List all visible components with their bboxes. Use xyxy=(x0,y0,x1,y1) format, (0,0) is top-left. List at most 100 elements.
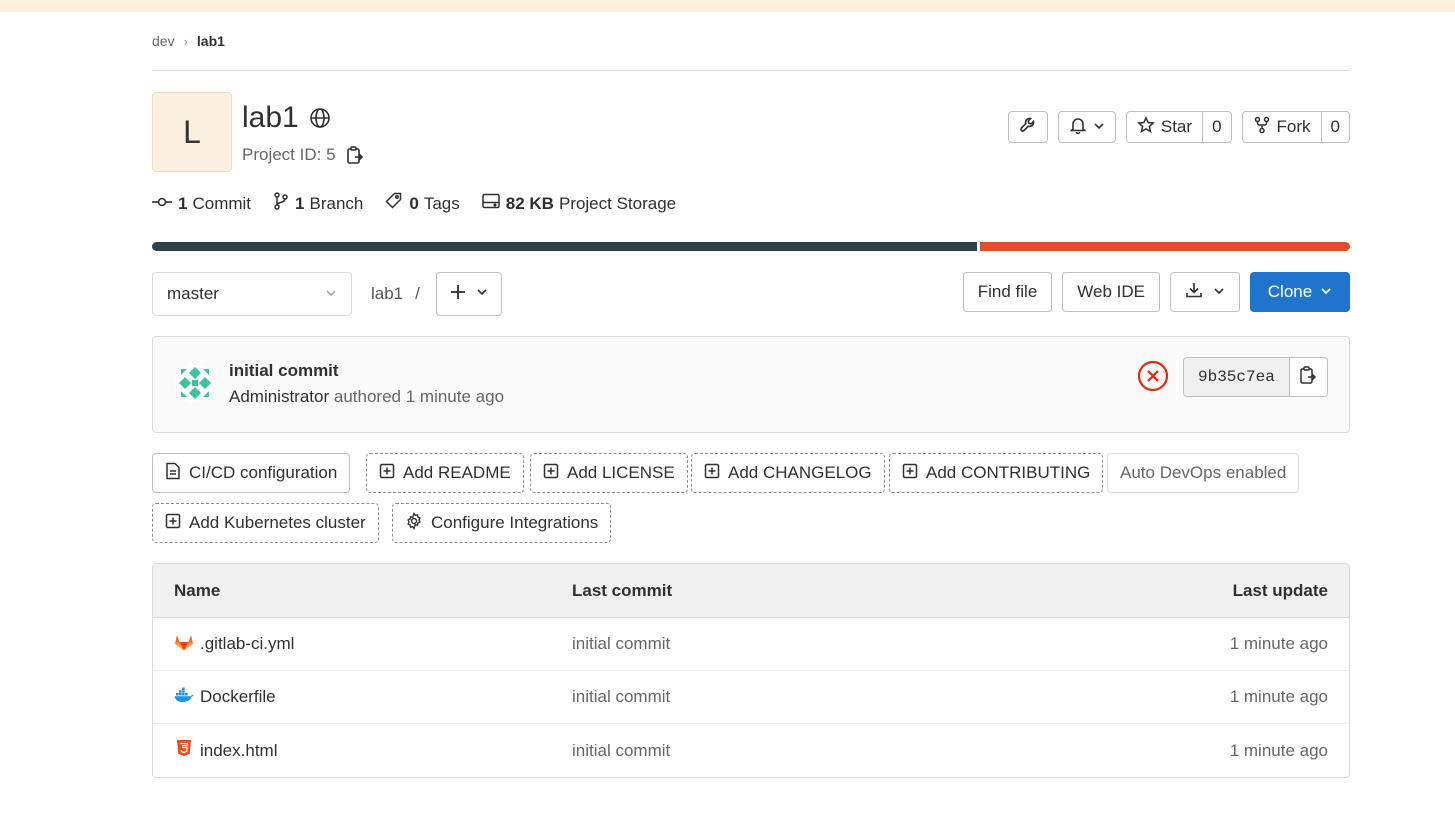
file-name[interactable]: Dockerfile xyxy=(200,687,276,707)
add-changelog-button[interactable]: Add CHANGELOG xyxy=(691,453,885,493)
download-button[interactable] xyxy=(1170,272,1240,312)
branches-label: Branch xyxy=(309,193,364,213)
configure-integrations-label: Configure Integrations xyxy=(431,513,599,532)
add-license-label: Add LICENSE xyxy=(567,463,675,482)
table-row[interactable]: Dockerfile initial commit 1 minute ago xyxy=(153,671,1349,724)
file-name[interactable]: index.html xyxy=(200,741,277,761)
fork-icon xyxy=(1253,116,1271,139)
docker-icon xyxy=(174,687,194,708)
project-avatar-letter: L xyxy=(183,113,201,150)
column-header-last-commit: Last commit xyxy=(572,580,673,600)
pipeline-failed-icon[interactable] xyxy=(1137,360,1169,397)
add-license-button[interactable]: Add LICENSE xyxy=(530,453,688,493)
file-last-update: 1 minute ago xyxy=(1229,687,1328,706)
wrench-icon xyxy=(1019,116,1037,139)
tag-icon xyxy=(385,192,409,215)
plus-square-icon xyxy=(704,463,720,484)
branch-selector[interactable]: master xyxy=(152,272,352,316)
add-contributing-button[interactable]: Add CONTRIBUTING xyxy=(889,453,1104,493)
gear-icon xyxy=(405,511,423,535)
column-header-last-update: Last update xyxy=(1232,580,1328,600)
commits-count: 1 xyxy=(178,193,188,213)
tags-stat[interactable]: 0 Tags xyxy=(385,192,460,215)
star-count[interactable]: 0 xyxy=(1202,112,1230,142)
chevron-right-icon: › xyxy=(183,33,188,49)
file-name-cell[interactable]: Dockerfile xyxy=(174,671,276,723)
breadcrumb-group-link[interactable]: dev xyxy=(152,33,175,49)
commits-stat[interactable]: 1 Commit xyxy=(152,192,251,215)
tags-label: Tags xyxy=(423,193,460,213)
fork-label: Fork xyxy=(1276,117,1311,136)
settings-button[interactable] xyxy=(1007,111,1048,143)
clone-label: Clone xyxy=(1267,282,1313,301)
last-commit-panel: initial commit Administrator authored 1 … xyxy=(152,336,1350,433)
configure-integrations-button[interactable]: Configure Integrations xyxy=(392,503,612,543)
add-kubernetes-cluster-button[interactable]: Add Kubernetes cluster xyxy=(152,503,379,543)
file-name-cell[interactable]: .gitlab-ci.yml xyxy=(174,618,294,670)
star-icon xyxy=(1136,115,1155,139)
top-alert-bar xyxy=(0,0,1455,12)
language-segment-dockerfile[interactable] xyxy=(152,242,977,251)
branches-count: 1 xyxy=(295,193,305,213)
find-file-button[interactable]: Find file xyxy=(962,272,1053,312)
add-contributing-label: Add CONTRIBUTING xyxy=(926,463,1091,482)
clone-button[interactable]: Clone xyxy=(1250,272,1350,312)
repo-path: lab1 / xyxy=(371,272,420,316)
cicd-configuration-label: CI/CD configuration xyxy=(189,463,338,482)
repo-path-root[interactable]: lab1 xyxy=(371,284,403,304)
add-to-tree-button[interactable] xyxy=(436,272,502,316)
add-kubernetes-cluster-label: Add Kubernetes cluster xyxy=(189,513,366,532)
file-icon xyxy=(165,462,181,485)
plus-square-icon xyxy=(379,463,395,484)
add-changelog-label: Add CHANGELOG xyxy=(728,463,872,482)
file-last-commit[interactable]: initial commit xyxy=(572,724,670,777)
storage-stat[interactable]: 82 KB Project Storage xyxy=(482,192,676,215)
project-name: lab1 xyxy=(242,101,299,134)
commit-author[interactable]: Administrator xyxy=(229,387,329,406)
web-ide-button[interactable]: Web IDE xyxy=(1062,272,1160,312)
language-segment-html[interactable] xyxy=(979,242,1350,251)
breadcrumb-project-link[interactable]: lab1 xyxy=(197,33,225,49)
project-id: Project ID: 5 xyxy=(242,145,364,165)
plus-icon xyxy=(450,284,466,305)
table-row[interactable]: .gitlab-ci.yml initial commit 1 minute a… xyxy=(153,618,1349,671)
file-last-commit[interactable]: initial commit xyxy=(572,618,670,670)
add-readme-button[interactable]: Add README xyxy=(366,453,524,493)
storage-size: 82 KB xyxy=(505,193,554,213)
table-row[interactable]: index.html initial commit 1 minute ago xyxy=(153,724,1349,777)
gitlab-icon xyxy=(174,632,194,657)
branches-stat[interactable]: 1 Branch xyxy=(273,192,363,215)
chevron-down-icon xyxy=(1213,282,1225,302)
chevron-down-icon xyxy=(1093,117,1105,137)
star-label: Star xyxy=(1160,117,1193,136)
commit-meta: Administrator authored 1 minute ago xyxy=(229,387,504,407)
copy-sha-button[interactable] xyxy=(1288,358,1327,396)
copy-icon[interactable] xyxy=(346,145,364,165)
html5-icon xyxy=(176,739,192,762)
breadcrumb: dev › lab1 xyxy=(152,12,1350,71)
author-avatar[interactable] xyxy=(175,363,215,403)
bell-icon xyxy=(1069,116,1087,139)
file-name-cell[interactable]: index.html xyxy=(174,724,277,777)
project-id-label: Project ID: 5 xyxy=(242,145,336,164)
file-name[interactable]: .gitlab-ci.yml xyxy=(200,634,294,654)
commit-title[interactable]: initial commit xyxy=(229,361,339,381)
plus-square-icon xyxy=(902,463,918,484)
commit-sha[interactable]: 9b35c7ea xyxy=(1184,358,1289,396)
cicd-configuration-button[interactable]: CI/CD configuration xyxy=(152,453,351,493)
commit-time: 1 minute ago xyxy=(405,387,505,406)
language-bar[interactable] xyxy=(152,242,1350,251)
project-header-actions: Star 0 Fork 0 xyxy=(1007,111,1350,143)
fork-count[interactable]: 0 xyxy=(1320,112,1349,142)
project-title: lab1 xyxy=(242,101,331,135)
fork-button[interactable]: Fork 0 xyxy=(1241,111,1350,143)
notification-button[interactable] xyxy=(1057,111,1116,143)
auto-devops-label: Auto DevOps enabled xyxy=(1120,463,1287,482)
column-header-name: Name xyxy=(174,580,221,600)
project-header: L lab1 Project ID: 5 Star 0 Fork 0 xyxy=(152,71,1350,181)
file-last-commit[interactable]: initial commit xyxy=(572,671,670,723)
star-button[interactable]: Star 0 xyxy=(1125,111,1232,143)
add-readme-label: Add README xyxy=(403,463,511,482)
disk-icon xyxy=(482,193,506,214)
auto-devops-button[interactable]: Auto DevOps enabled xyxy=(1107,453,1300,493)
